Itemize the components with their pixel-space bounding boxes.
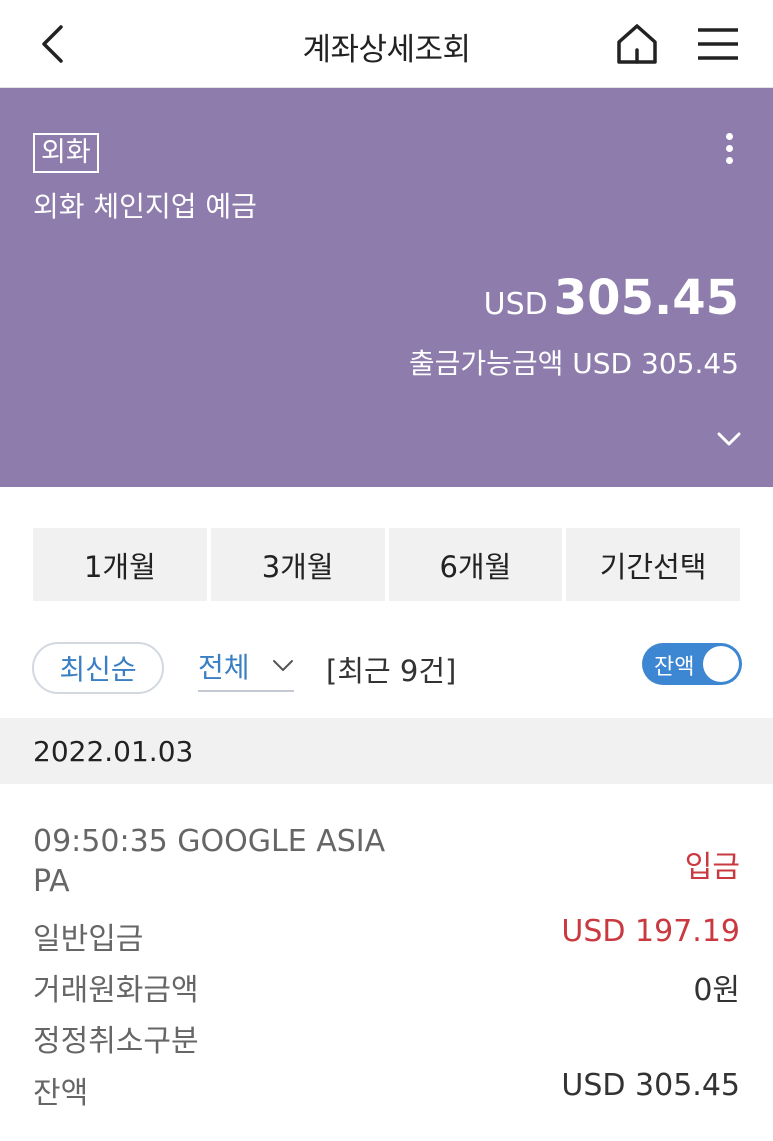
home-icon [617,24,657,64]
account-balance: USD 305.45 [484,270,739,326]
detail-label: 일반입금 [33,922,144,957]
date-header: 2022.01.03 [0,718,773,784]
balance-currency: USD [483,287,548,322]
balance-toggle[interactable]: 잔액 [642,643,742,685]
transaction-detail-row: 거래원화금액 0원 [33,965,740,1009]
balance-toggle-label: 잔액 [654,655,695,680]
transaction-detail-row: 일반입금 USD 197.19 [33,914,740,958]
more-vertical-icon-dot [725,156,733,164]
more-vertical-icon [725,132,733,140]
detail-label: 정정취소구분 [33,1024,199,1059]
top-app-bar: 계좌상세조회 [0,0,773,88]
toggle-knob [703,646,739,682]
transaction-count: [최근 9건] [326,654,457,688]
account-type-badge: 외화 [33,133,99,173]
transaction-type-label: 전체 [198,651,250,684]
transaction-amount: USD 197.19 [561,914,740,949]
menu-button[interactable] [692,20,744,68]
period-3-months-button[interactable]: 3개월 [210,528,385,601]
transaction-type: 입금 [684,850,740,885]
transaction-detail-row: 정정취소구분 [33,1016,740,1060]
transaction-date: 2022.01.03 [33,735,194,768]
more-options-button[interactable] [712,128,746,168]
transaction-detail-row: 잔액 USD 305.45 [33,1068,740,1112]
available-amount: 출금가능금액 USD 305.45 [408,347,739,380]
expand-details-button[interactable] [712,424,746,454]
period-selector: 1개월 3개월 6개월 기간선택 [33,528,740,601]
running-balance: USD 305.45 [561,1068,740,1103]
account-name: 외화 체인지업 예금 [33,190,257,223]
sort-order-button[interactable]: 최신순 [32,642,164,694]
more-vertical-icon-dot [725,144,733,152]
filter-bar: 최신순 전체 [최근 9건] 잔액 [0,640,773,696]
chevron-down-icon [273,660,293,671]
account-summary-card: 외화 외화 체인지업 예금 USD 305.45 출금가능금액 USD 305.4… [0,88,773,487]
home-button[interactable] [612,20,662,68]
krw-amount: 0원 [693,973,740,1008]
hamburger-menu-icon [698,28,738,60]
period-1-month-button[interactable]: 1개월 [33,528,207,601]
balance-amount: 305.45 [553,270,739,326]
chevron-down-icon [717,432,741,446]
transaction-type-select[interactable]: 전체 [198,646,294,692]
detail-label: 거래원화금액 [33,973,199,1008]
transaction-description: 09:50:35 GOOGLE ASIA PA [33,824,386,899]
detail-label: 잔액 [33,1076,89,1111]
period-6-months-button[interactable]: 6개월 [388,528,563,601]
custom-period-button[interactable]: 기간선택 [566,528,740,601]
